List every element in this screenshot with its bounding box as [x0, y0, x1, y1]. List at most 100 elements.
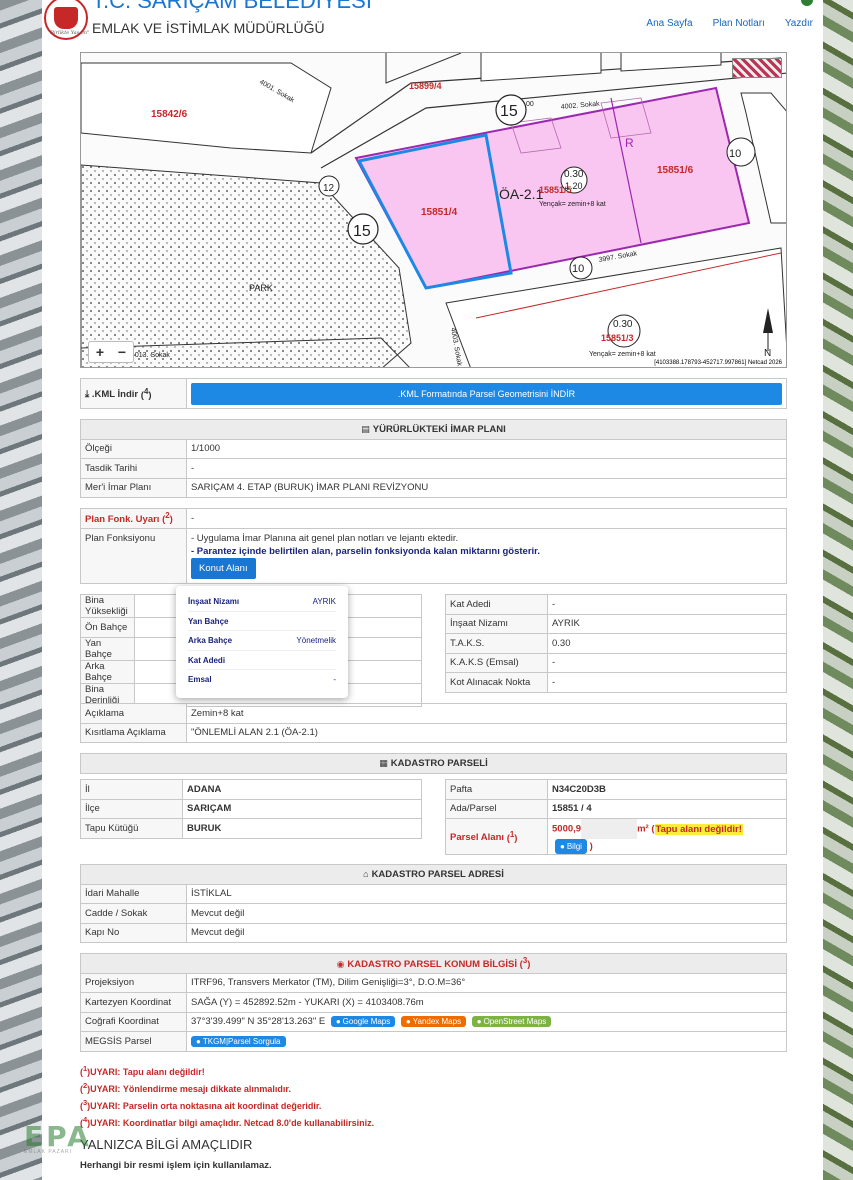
table-row: İnşaat Nizamı AYRIK — [445, 613, 787, 634]
watermark-small: EMLAK PAZARI — [24, 1149, 73, 1155]
nav-plan-notes[interactable]: Plan Notları — [713, 18, 765, 29]
popup-row: İnşaat Nizamı AYRIK — [188, 592, 336, 612]
taks-value: 0.30 — [547, 633, 787, 654]
plan-fonk-warning-text: Plan Fonk. Uyarı — [85, 514, 160, 526]
nav-home[interactable]: Ana Sayfa — [646, 18, 692, 29]
kadastro-title: KADASTRO PARSELİ — [390, 757, 488, 769]
map-coordinate-readout: [4103388.178793-452717.997861] Netcad 20… — [654, 360, 782, 366]
map-label-zone-code: ÖA-2.1 — [499, 185, 544, 202]
kartezyen-value: SAĞA (Y) = 452892.52m - YUKARI (X) = 410… — [186, 992, 787, 1013]
status-dot-icon — [801, 0, 813, 6]
arka-bahce-label: Arka Bahçe — [80, 659, 135, 684]
kml-download-button[interactable]: .KML Formatında Parsel Geometrisini İNDİ… — [191, 382, 782, 405]
yandex-maps-button[interactable]: Yandex Maps — [400, 1016, 467, 1028]
bina-yuksekligi-label: Bina Yüksekliği — [80, 594, 135, 618]
table-row: Mer'i İmar Planı SARIÇAM 4. ETAP (BURUK)… — [80, 477, 787, 498]
kadastro-section: ▦ KADASTRO PARSELİ — [80, 753, 787, 774]
map-label-taks-sub: 1.20 — [565, 181, 583, 191]
adres-header: ⌂ KADASTRO PARSEL ADRESİ — [80, 864, 787, 885]
warning-item: (2)UYARI: Yönlendirme mesajı dikkate alı… — [80, 1081, 291, 1094]
table-row: Kapı No Mevcut değil — [80, 922, 787, 943]
zoom-control: + − — [88, 341, 134, 363]
plan-note-1: - Uygulama İmar Planına ait genel plan n… — [191, 532, 459, 544]
plan-fonk-warning-value: - — [186, 508, 787, 529]
warning-sup: 3 — [83, 1098, 88, 1107]
konum-header: ◉ KADASTRO PARSEL KONUM BİLGİSİ (3) — [80, 953, 787, 974]
warning-sup: 2 — [83, 1081, 88, 1090]
site-title: T.C. SARIÇAM BELEDİYESİ — [92, 0, 372, 13]
tasdik-value: - — [186, 458, 787, 479]
warning-text: Parselin orta noktasına ait koordinat de… — [122, 1101, 322, 1111]
tkgm-parsel-sorgula-button[interactable]: TKGM|Parsel Sorgula — [191, 1035, 286, 1047]
table-row: Kısıtlama Açıklama "ÖNLEMLİ ALAN 2.1 (ÖA-… — [80, 722, 787, 743]
nav-print[interactable]: Yazdır — [785, 18, 813, 29]
konut-alani-button[interactable]: Konut Alanı — [191, 557, 256, 579]
warning-tag: UYARI: — [90, 1084, 121, 1094]
kml-section: ⤓ .KML İndir (4) .KML Formatında Parsel … — [80, 378, 787, 409]
plan-fonksiyon-label: Plan Fonksiyonu — [80, 527, 187, 584]
meri-plan-label: Mer'i İmar Planı — [80, 477, 187, 498]
on-bahce-label: Ön Bahçe — [80, 617, 135, 638]
zoom-out-button[interactable]: − — [111, 342, 133, 362]
map-label-zone-r: R — [625, 136, 634, 150]
openstreet-maps-button[interactable]: OpenStreet Maps — [471, 1016, 552, 1028]
background-left — [0, 0, 42, 1180]
warning-sup: 1 — [83, 1064, 88, 1073]
layer-switch-icon[interactable] — [732, 58, 782, 78]
yan-bahce-label: Yan Bahçe — [80, 636, 135, 661]
kapi-no-value: Mevcut değil — [186, 922, 787, 943]
zoom-in-button[interactable]: + — [89, 342, 111, 362]
kisitlama-value: "ÖNLEMLİ ALAN 2.1 (ÖA-2.1) — [186, 722, 787, 743]
table-row: K.A.K.S (Emsal) - — [445, 652, 787, 673]
table-row: Plan Fonksiyonu - Uygulama İmar Planına … — [80, 527, 787, 584]
map-label-taks: 0.30 — [564, 169, 584, 180]
popup-row: Yan Bahçe — [188, 612, 336, 631]
popup-row: Emsal - — [188, 670, 336, 690]
il-label: İl — [80, 779, 183, 800]
table-row: Parsel Alanı (1) 5000,9 m² (Tapu alanı de… — [445, 818, 787, 855]
grid-icon: ▦ — [379, 757, 388, 768]
popup-row: Kat Adedi — [188, 651, 336, 670]
google-maps-button[interactable]: Google Maps — [330, 1016, 396, 1028]
map-canvas: 15842/6 15899/4 15851/4 15851/6 15851/5 … — [81, 53, 786, 367]
kadastro-header: ▦ KADASTRO PARSELİ — [80, 753, 787, 774]
watermark-logo: EPA EMLAK PAZARI — [24, 1120, 174, 1160]
kml-label-cell: ⤓ .KML İndir (4) — [80, 378, 187, 409]
page: "Birlikte Yaşam" T.C. SARIÇAM BELEDİYESİ… — [24, 0, 823, 1180]
map-pin-icon: ◉ — [336, 959, 345, 970]
mahalle-value: İSTİKLAL — [186, 883, 787, 904]
warning-text: Tapu alanı değildir! — [122, 1067, 205, 1077]
popup-label: Emsal — [188, 675, 212, 684]
parsel-alani-number: 5000,9 — [552, 823, 582, 835]
table-row: Tapu Kütüğü BURUK — [80, 818, 422, 839]
parcel-map[interactable]: 15842/6 15899/4 15851/4 15851/6 15851/5 … — [80, 52, 787, 368]
adres-section: ⌂ KADASTRO PARSEL ADRESİ İdari Mahalle İST… — [80, 864, 787, 943]
kot-label: Kot Alınacak Nokta — [445, 672, 548, 693]
tapu-kutugu-value: BURUK — [182, 818, 422, 839]
map-street-4013: 4013. Sokak — [131, 352, 170, 359]
top-nav: Ana Sayfa Plan Notları Yazdır — [646, 18, 813, 29]
yapi-right-table: Kat Adedi - İnşaat Nizamı AYRIK T.A.K.S. 0.… — [445, 594, 787, 693]
adres-title: KADASTRO PARSEL ADRESİ — [371, 868, 504, 880]
kadastro-body: İl ADANA İlçe SARIÇAM Tapu Kütüğü BURUK Paf… — [80, 779, 787, 855]
table-row: Kat Adedi - — [445, 594, 787, 615]
kaks-value: - — [547, 652, 787, 673]
map-label-park: PARK — [249, 283, 273, 293]
kml-label: .KML İndir — [91, 389, 139, 401]
parsel-alani-value: 5000,9m² (Tapu alanı değildir! Bilgi ) — [547, 818, 787, 855]
map-label-road-10-bottom: 10 — [572, 263, 584, 275]
popup-value: AYRIK — [312, 597, 336, 606]
table-row: İl ADANA — [80, 779, 422, 800]
table-row: İdari Mahalle İSTİKLAL — [80, 883, 787, 904]
bilgi-button[interactable]: Bilgi — [555, 839, 587, 854]
aciklama-value: Zemin+8 kat — [186, 703, 787, 724]
ilce-label: İlçe — [80, 798, 183, 819]
popup-value: Yönetmelik — [296, 636, 336, 645]
map-label-15851-3: 15851/3 — [601, 333, 634, 343]
tasdik-label: Tasdik Tarihi — [80, 458, 187, 479]
cadde-label: Cadde / Sokak — [80, 903, 187, 924]
popup-label: Yan Bahçe — [188, 616, 229, 626]
table-row: Açıklama Zemin+8 kat — [80, 703, 787, 724]
popup-label: İnşaat Nizamı — [188, 597, 240, 606]
meri-plan-value: SARIÇAM 4. ETAP (BURUK) İMAR PLANI REVİZ… — [186, 477, 787, 498]
